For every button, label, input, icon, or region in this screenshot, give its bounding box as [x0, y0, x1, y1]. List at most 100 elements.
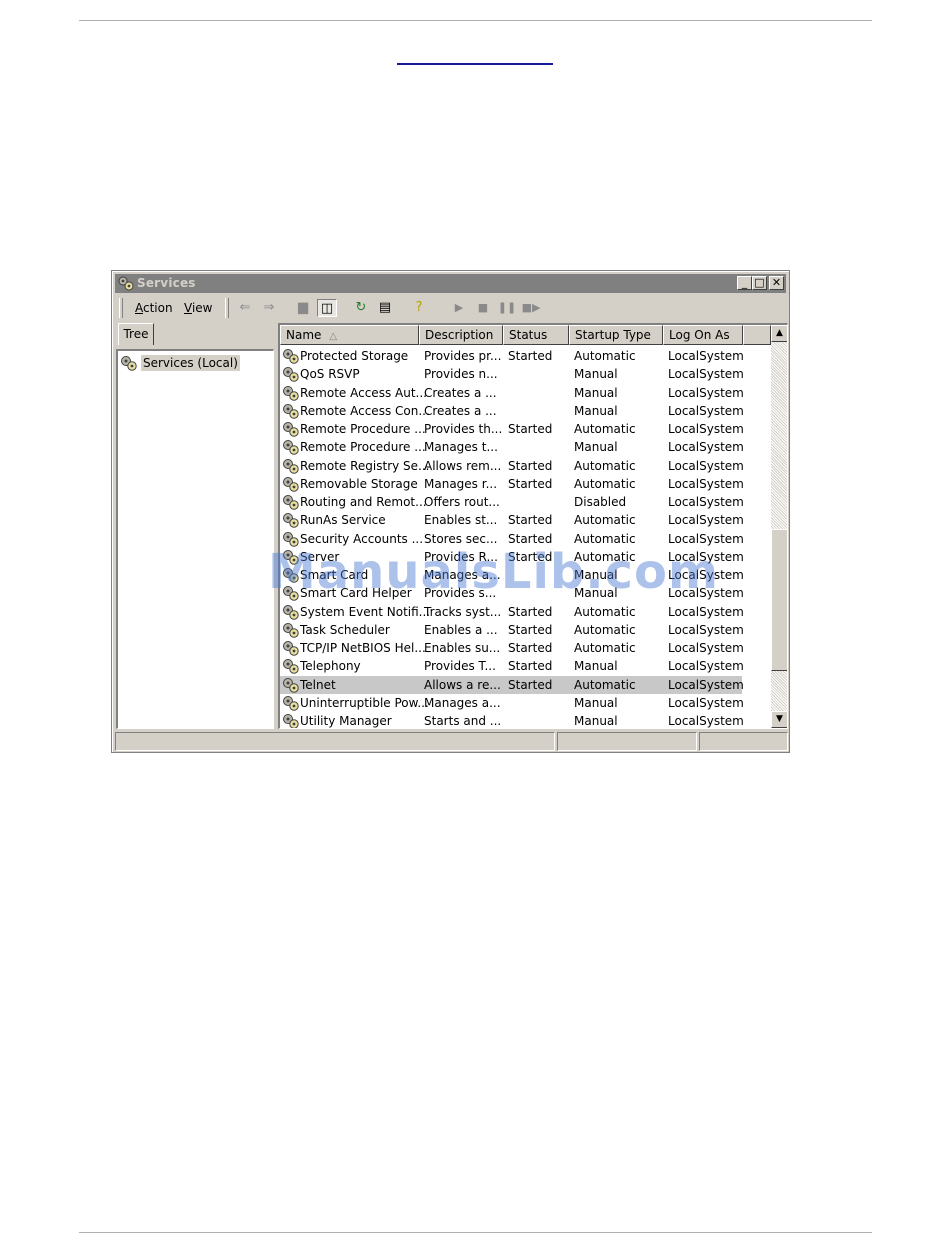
status-panel	[557, 732, 697, 751]
service-log-on-as-cell: LocalSystem	[668, 513, 744, 527]
table-row[interactable]: Uninterruptible Pow... Manages a... Manual…	[280, 694, 744, 712]
service-status-cell: Started	[508, 605, 553, 619]
sort-ascending-icon: △	[329, 331, 338, 342]
table-row[interactable]: Telephony Provides T... Started Manual Local…	[280, 657, 744, 675]
table-row[interactable]: Remote Access Aut... Creates a ... Manual L…	[280, 384, 744, 402]
table-row[interactable]: Utility Manager Starts and ... Manual Local…	[280, 712, 744, 728]
service-gear-icon	[282, 622, 300, 638]
page-header-rule	[79, 20, 872, 21]
service-gear-icon	[282, 348, 300, 364]
service-gear-icon	[282, 695, 300, 711]
service-description-cell: Provides n...	[424, 367, 498, 381]
forward-arrow-icon[interactable]: ⇒	[259, 299, 279, 317]
menu-action[interactable]: Action	[135, 301, 173, 315]
service-description-cell: Enables su...	[424, 641, 501, 655]
table-row[interactable]: Remote Procedure ... Provides th... Starte…	[280, 420, 744, 438]
table-row[interactable]: TCP/IP NetBIOS Hel... Enables su... Starte…	[280, 639, 744, 657]
services-list[interactable]: Name △ Description Status Startup Type Lo…	[278, 323, 788, 729]
export-list-icon[interactable]: ▤	[375, 299, 395, 317]
scroll-up-button[interactable]: ▲	[771, 325, 787, 342]
service-log-on-as-cell: LocalSystem	[668, 422, 744, 436]
column-header-startup-type[interactable]: Startup Type	[569, 325, 663, 345]
table-row[interactable]: Remote Procedure ... Manages t... Manual Lo…	[280, 438, 744, 456]
table-row[interactable]: RunAs Service Enables st... Started Automat…	[280, 511, 744, 529]
table-row[interactable]: Task Scheduler Enables a ... Started Automa…	[280, 621, 744, 639]
service-description-cell: Enables a ...	[424, 623, 498, 637]
service-gear-icon	[282, 512, 300, 528]
tree-pane[interactable]: Services (Local)	[116, 349, 274, 729]
service-name-cell: Uninterruptible Pow...	[300, 696, 429, 710]
table-row[interactable]: Routing and Remot... Offers rout... Disabl…	[280, 493, 744, 511]
vertical-scrollbar[interactable]: ▲ ▼	[771, 325, 787, 728]
service-description-cell: Manages a...	[424, 696, 501, 710]
service-description-cell: Creates a ...	[424, 386, 497, 400]
hyperlink-underline[interactable]	[397, 63, 553, 65]
status-bar	[115, 732, 788, 751]
scroll-down-button[interactable]: ▼	[771, 711, 787, 728]
column-header-status[interactable]: Status	[503, 325, 569, 345]
table-row[interactable]: Remote Access Con... Creates a ... Manual L…	[280, 402, 744, 420]
menu-view[interactable]: View	[184, 301, 212, 315]
table-row[interactable]: QoS RSVP Provides n... Manual LocalSystem	[280, 365, 744, 383]
service-gear-icon	[282, 366, 300, 382]
table-row[interactable]: Removable Storage Manages r... Started Auto…	[280, 475, 744, 493]
table-row[interactable]: Remote Registry Se... Allows rem... Starte…	[280, 457, 744, 475]
column-header-description[interactable]: Description	[419, 325, 503, 345]
restart-service-icon[interactable]: ■▶	[521, 299, 541, 317]
table-row[interactable]: System Event Notifi... Tracks syst... Star…	[280, 603, 744, 621]
show-hide-tree-icon[interactable]: ◫	[317, 299, 337, 317]
service-log-on-as-cell: LocalSystem	[668, 605, 744, 619]
refresh-icon[interactable]: ↻	[351, 299, 371, 317]
page-footer-rule	[79, 1232, 872, 1233]
close-button[interactable]: ✕	[769, 276, 784, 290]
toolbar-grip[interactable]	[119, 298, 123, 318]
scroll-thumb[interactable]	[771, 529, 787, 671]
service-log-on-as-cell: LocalSystem	[668, 714, 744, 728]
service-startup-type-cell: Automatic	[574, 678, 636, 692]
start-service-icon[interactable]: ▶	[449, 299, 469, 317]
column-header-log-on-as[interactable]: Log On As	[663, 325, 743, 345]
minimize-button[interactable]: _	[737, 276, 752, 290]
service-name-cell: RunAs Service	[300, 513, 386, 527]
service-name-cell: Remote Procedure ...	[300, 440, 426, 454]
service-description-cell: Offers rout...	[424, 495, 500, 509]
service-startup-type-cell: Automatic	[574, 422, 636, 436]
service-description-cell: Provides th...	[424, 422, 503, 436]
service-name-cell: Routing and Remot...	[300, 495, 427, 509]
service-startup-type-cell: Manual	[574, 659, 618, 673]
back-arrow-icon[interactable]: ⇐	[235, 299, 255, 317]
menu-action-accel: A	[135, 301, 143, 315]
service-name-cell: Removable Storage	[300, 477, 418, 491]
service-log-on-as-cell: LocalSystem	[668, 477, 744, 491]
maximize-button[interactable]: □	[752, 276, 767, 290]
service-name-cell: Task Scheduler	[300, 623, 390, 637]
up-folder-icon[interactable]: ▆	[293, 299, 313, 317]
table-row[interactable]: Telnet Allows a re... Started Automatic Loca…	[280, 676, 744, 694]
service-status-cell: Started	[508, 641, 553, 655]
tab-tree[interactable]: Tree	[118, 323, 154, 345]
service-startup-type-cell: Automatic	[574, 641, 636, 655]
service-status-cell: Started	[508, 513, 553, 527]
service-description-cell: Manages t...	[424, 440, 498, 454]
pause-service-icon[interactable]: ❚❚	[497, 299, 517, 317]
service-gear-icon	[282, 713, 300, 728]
service-log-on-as-cell: LocalSystem	[668, 404, 744, 418]
stop-service-icon[interactable]: ■	[473, 299, 493, 317]
title-bar[interactable]: Services _ □ ✕	[115, 274, 786, 293]
service-name-cell: Remote Access Con...	[300, 404, 430, 418]
table-row[interactable]: Protected Storage Provides pr... Started Au…	[280, 347, 744, 365]
service-status-cell: Started	[508, 659, 553, 673]
service-description-cell: Enables st...	[424, 513, 498, 527]
tree-node-label: Services (Local)	[141, 355, 240, 371]
toolbar-grip[interactable]	[225, 298, 229, 318]
service-name-cell: TCP/IP NetBIOS Hel...	[300, 641, 426, 655]
service-log-on-as-cell: LocalSystem	[668, 641, 744, 655]
service-log-on-as-cell: LocalSystem	[668, 459, 744, 473]
menu-view-accel: V	[184, 301, 192, 315]
service-log-on-as-cell: LocalSystem	[668, 623, 744, 637]
service-name-cell: Telnet	[300, 678, 336, 692]
help-icon[interactable]: ?	[409, 299, 429, 317]
service-startup-type-cell: Manual	[574, 367, 618, 381]
column-header-name[interactable]: Name △	[280, 325, 419, 345]
service-startup-type-cell: Automatic	[574, 459, 636, 473]
